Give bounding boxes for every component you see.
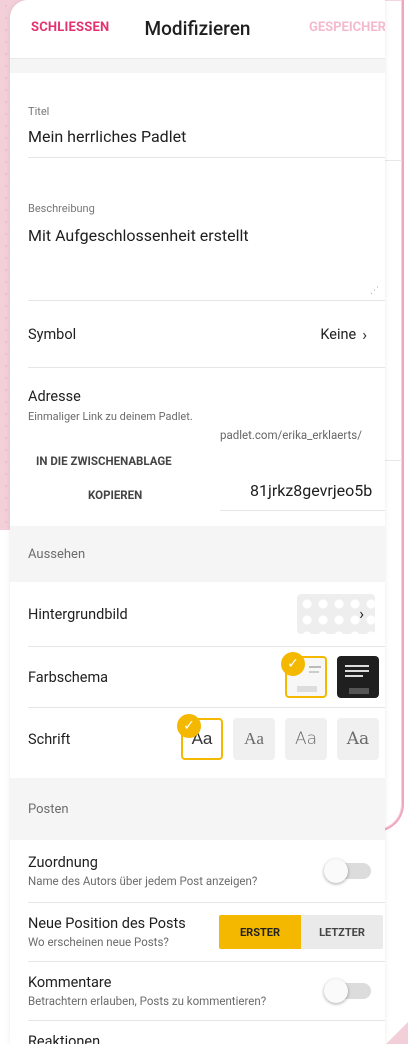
description-label: Beschreibung <box>28 202 95 215</box>
resize-handle-icon[interactable]: ⋰ <box>370 286 379 296</box>
check-icon: ✓ <box>281 652 305 676</box>
new-position-label: Neue Position des Posts <box>28 915 186 932</box>
new-position-row: Neue Position des Posts Wo erscheinen ne… <box>10 903 385 961</box>
header-spacer <box>10 59 385 73</box>
font-option-3[interactable]: Aa <box>285 718 327 760</box>
chevron-right-icon: › <box>359 604 364 623</box>
edit-panel: SCHLIESSEN Modifizieren GESPEICHERT Tite… <box>10 0 385 1044</box>
symbol-value: Keine <box>320 325 357 343</box>
description-input[interactable]: Mit Aufgeschlossenheit erstellt <box>28 226 249 245</box>
color-scheme-light[interactable]: ✓ <box>281 652 327 698</box>
color-scheme-dark[interactable] <box>337 656 379 698</box>
title-field[interactable]: Titel Mein herrliches Padlet <box>10 73 385 157</box>
save-button[interactable]: GESPEICHERT <box>309 20 385 35</box>
posting-section-header: Posten <box>10 778 385 840</box>
copy-button[interactable]: KOPIEREN <box>88 488 142 502</box>
font-option-4[interactable]: Aa <box>337 718 379 760</box>
symbol-label: Symbol <box>28 325 77 343</box>
panel-header: SCHLIESSEN Modifizieren GESPEICHERT <box>10 0 385 59</box>
background-corner <box>386 1022 408 1044</box>
attribution-description: Name des Autors über jedem Post anzeigen… <box>28 874 258 888</box>
address-slug-input[interactable]: 81jrkz8gevrjeo5b <box>250 481 372 500</box>
position-segmented-control: ERSTER LETZTER <box>219 915 383 949</box>
check-icon: ✓ <box>177 714 201 738</box>
background-thumbnail[interactable]: › <box>297 594 375 634</box>
address-hint: Einmaliger Link zu deinem Padlet. <box>28 410 193 423</box>
description-field[interactable]: Beschreibung Mit Aufgeschlossenheit erst… <box>10 158 385 300</box>
color-scheme-row: Farbschema ✓ <box>10 647 385 707</box>
address-label: Adresse <box>28 388 81 405</box>
comments-label: Kommentare <box>28 974 112 991</box>
attribution-row: Zuordnung Name des Autors über jedem Pos… <box>10 840 385 902</box>
reactions-label: Reaktionen <box>28 1032 101 1044</box>
title-input[interactable]: Mein herrliches Padlet <box>28 127 186 146</box>
posting-section-label: Posten <box>28 801 69 817</box>
font-option-1[interactable]: ✓ Aa <box>177 714 223 760</box>
title-label: Titel <box>28 105 50 118</box>
attribution-toggle[interactable] <box>324 859 371 883</box>
font-option-2[interactable]: Aa <box>233 718 275 760</box>
appearance-section-header: Aussehen <box>10 526 385 582</box>
background-row[interactable]: Hintergrundbild › <box>10 582 385 646</box>
color-scheme-label: Farbschema <box>28 668 109 686</box>
font-label: Schrift <box>28 730 71 748</box>
comments-toggle[interactable] <box>324 979 371 1003</box>
address-prefix: padlet.com/erika_erklaerts/ <box>220 428 362 442</box>
font-row: Schrift ✓ Aa Aa Aa Aa <box>10 708 385 770</box>
reactions-row[interactable]: Reaktionen <box>10 1021 385 1044</box>
appearance-section-label: Aussehen <box>28 546 86 562</box>
position-last-button[interactable]: LETZTER <box>301 915 383 949</box>
new-position-description: Wo erscheinen neue Posts? <box>28 935 169 949</box>
background-label: Hintergrundbild <box>28 605 128 623</box>
position-first-button[interactable]: ERSTER <box>219 915 301 949</box>
comments-description: Betrachtern erlauben, Posts zu kommentie… <box>28 994 267 1008</box>
attribution-label: Zuordnung <box>28 854 98 871</box>
clipboard-button[interactable]: IN DIE ZWISCHENABLAGE <box>36 454 172 468</box>
address-field: Adresse Einmaliger Link zu deinem Padlet… <box>10 368 385 518</box>
symbol-row[interactable]: Symbol Keine › <box>10 301 385 367</box>
comments-row: Kommentare Betrachtern erlauben, Posts z… <box>10 962 385 1020</box>
chevron-right-icon: › <box>362 324 367 344</box>
